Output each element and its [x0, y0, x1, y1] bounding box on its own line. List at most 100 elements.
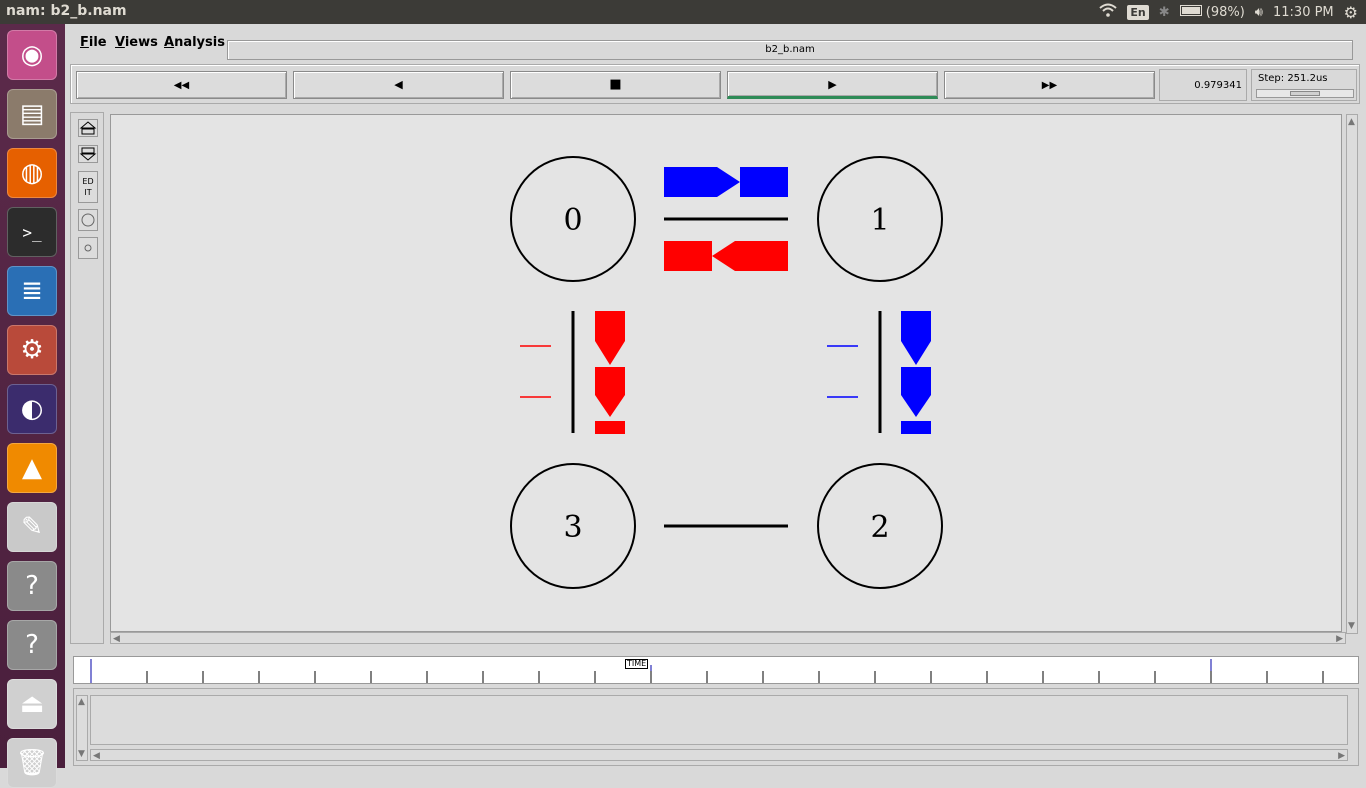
annotation-vertical-scrollbar[interactable]: ▲ ▼: [76, 695, 88, 761]
firefox-icon: ◍: [20, 158, 44, 188]
node-3[interactable]: 3: [510, 463, 636, 589]
launcher-text-editor[interactable]: ✎: [7, 502, 57, 552]
launcher-libreoffice-writer[interactable]: ≣: [7, 266, 57, 316]
launcher: ◉ ▤ ◍ >_ ≣ ⚙ ◐ ▲ ✎?? ⏏ 🗑: [0, 24, 65, 788]
stop-button[interactable]: ■: [510, 71, 721, 99]
settings-gear-icon[interactable]: ⚙: [1344, 3, 1358, 22]
fast-forward-icon: ▶▶: [1041, 80, 1058, 91]
document-icon: ≣: [21, 276, 43, 306]
scroll-right-icon[interactable]: ▶: [1336, 634, 1343, 644]
node-0-label: 0: [563, 203, 582, 238]
annotation-panel: ▲ ▼ ◀ ▶: [73, 688, 1359, 766]
rewind-icon: ◀◀: [173, 80, 190, 91]
bluetooth-icon[interactable]: ✱: [1159, 5, 1170, 20]
annotation-horizontal-scrollbar[interactable]: ◀ ▶: [90, 749, 1348, 761]
stop-icon: ■: [609, 77, 622, 92]
window-title: nam: b2_b.nam: [6, 3, 127, 19]
scroll-up-icon[interactable]: ▲: [1348, 117, 1355, 127]
file-name-field: b2_b.nam: [227, 40, 1353, 60]
step-label: Step: 251.2us: [1258, 73, 1328, 84]
scroll-left-icon[interactable]: ◀: [113, 634, 120, 644]
top-panel: nam: b2_b.nam En ✱ (98%) 🔊︎ 11:30 PM ⚙: [0, 0, 1366, 24]
node-circle-icon[interactable]: [78, 209, 98, 231]
menu-views[interactable]: Views: [115, 35, 158, 50]
network-canvas[interactable]: 0 1 2 3: [110, 114, 1342, 632]
nam-window: File Views Analysis b2_b.nam ◀◀ ◀ ■ ▶ ▶▶…: [65, 24, 1366, 768]
launcher-eclipse[interactable]: ◐: [7, 384, 57, 434]
scroll-right-icon[interactable]: ▶: [1338, 751, 1345, 761]
launcher-trash[interactable]: 🗑: [7, 738, 57, 788]
battery-percentage: (98%): [1205, 4, 1245, 20]
ubuntu-logo-icon: ◉: [20, 40, 44, 70]
step-control: Step: 251.2us: [1251, 69, 1357, 101]
packet-red: [595, 421, 625, 434]
current-time-display: 0.979341: [1159, 69, 1247, 101]
rewind-button[interactable]: ◀◀: [76, 71, 287, 99]
play-icon: ▶: [828, 78, 837, 91]
menu-file[interactable]: File: [80, 35, 107, 50]
system-tray: En ✱ (98%) 🔊︎ 11:30 PM ⚙: [1099, 0, 1358, 24]
playback-controls: ◀◀ ◀ ■ ▶ ▶▶ 0.979341 Step: 251.2us: [70, 64, 1360, 104]
scroll-down-icon[interactable]: ▼: [78, 749, 85, 759]
zoom-out-icon[interactable]: [78, 145, 98, 163]
packet-blue: [901, 421, 931, 434]
timeline-slider[interactable]: TIME: [73, 656, 1359, 684]
edit-toolbar: ED IT: [70, 112, 104, 644]
canvas-vertical-scrollbar[interactable]: ▲ ▼: [1346, 114, 1358, 634]
usb-drive-icon: ⏏: [19, 689, 45, 719]
launcher-terminal[interactable]: >_: [7, 207, 57, 257]
keyboard-layout-indicator[interactable]: En: [1127, 4, 1149, 20]
timeline-ticks: [90, 659, 1324, 683]
time-marker[interactable]: TIME: [625, 659, 649, 669]
step-slider[interactable]: [1256, 89, 1354, 98]
node-2[interactable]: 2: [817, 463, 943, 589]
packet-blue: [664, 167, 740, 197]
node-3-label: 3: [563, 510, 582, 545]
scroll-down-icon[interactable]: ▼: [1348, 621, 1355, 631]
fast-forward-button[interactable]: ▶▶: [944, 71, 1155, 99]
trash-icon: 🗑: [15, 748, 49, 778]
node-1[interactable]: 1: [817, 156, 943, 282]
scroll-up-icon[interactable]: ▲: [78, 697, 85, 707]
clock[interactable]: 11:30 PM: [1273, 5, 1334, 20]
question-mark-icon: ?: [25, 571, 39, 601]
node-0[interactable]: 0: [510, 156, 636, 282]
packet-blue: [740, 167, 788, 197]
play-button[interactable]: ▶: [727, 71, 938, 99]
launcher-vlc[interactable]: ▲: [7, 443, 57, 493]
launcher-files[interactable]: ▤: [7, 89, 57, 139]
node-1-label: 1: [870, 203, 889, 238]
packet-blue: [901, 367, 931, 417]
menu-analysis[interactable]: Analysis: [164, 35, 225, 50]
launcher-system-settings[interactable]: ⚙: [7, 325, 57, 375]
packet-red: [595, 367, 625, 417]
packet-red: [712, 241, 788, 271]
annotation-list[interactable]: [90, 695, 1348, 745]
launcher-usb-drive[interactable]: ⏏: [7, 679, 57, 729]
file-cabinet-icon: ▤: [19, 99, 45, 129]
settings-wrench-icon: ⚙: [20, 335, 44, 365]
volume-icon[interactable]: 🔊︎: [1255, 5, 1263, 20]
small-circle-icon[interactable]: [78, 237, 98, 259]
text-editor-icon: ✎: [21, 512, 43, 542]
battery-indicator[interactable]: (98%): [1179, 4, 1245, 20]
question-mark-icon: ?: [25, 630, 39, 660]
packet-red: [595, 311, 625, 365]
launcher-unknown-2[interactable]: ?: [7, 620, 57, 670]
eclipse-icon: ◐: [20, 394, 44, 424]
wifi-icon[interactable]: [1099, 3, 1118, 21]
edit-button[interactable]: ED IT: [78, 171, 98, 203]
battery-icon: [1179, 4, 1202, 16]
zoom-in-icon[interactable]: [78, 119, 98, 137]
launcher-ubuntu-dash[interactable]: ◉: [7, 30, 57, 80]
launcher-unknown-1[interactable]: ?: [7, 561, 57, 611]
back-icon: ◀: [394, 78, 403, 91]
step-slider-thumb[interactable]: [1290, 91, 1320, 96]
packet-red: [664, 241, 712, 271]
packet-blue: [901, 311, 931, 365]
scroll-left-icon[interactable]: ◀: [93, 751, 100, 761]
launcher-firefox[interactable]: ◍: [7, 148, 57, 198]
topology-svg: 0 1 2 3: [510, 156, 943, 589]
step-back-button[interactable]: ◀: [293, 71, 504, 99]
canvas-horizontal-scrollbar[interactable]: ◀ ▶: [110, 632, 1346, 644]
